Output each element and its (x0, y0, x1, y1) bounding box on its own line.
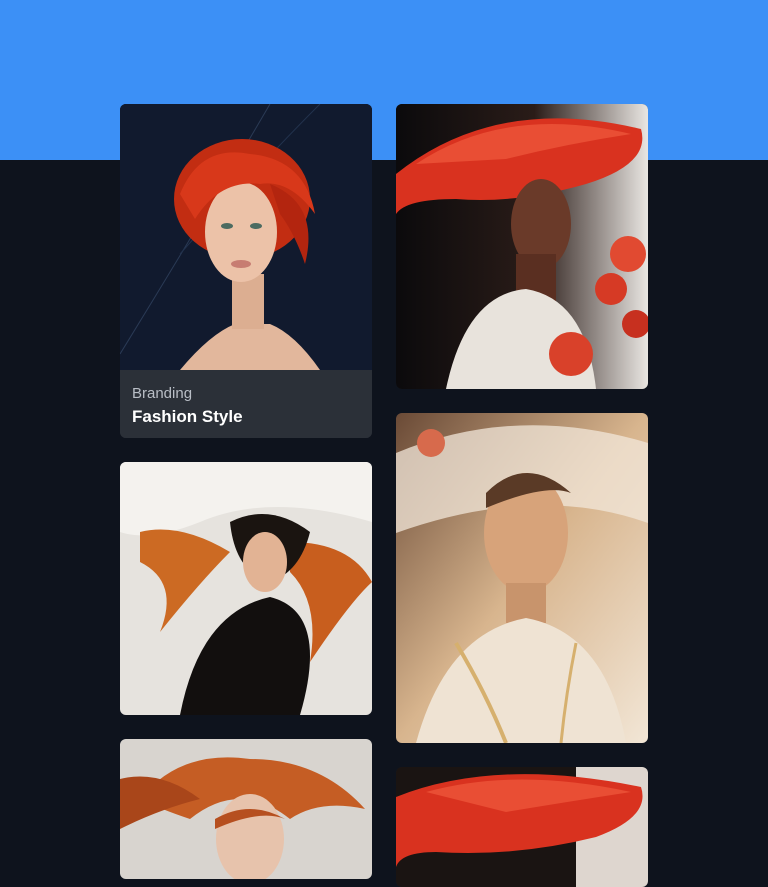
portfolio-card[interactable] (396, 413, 648, 743)
card-title[interactable]: Fashion Style (132, 407, 243, 427)
portfolio-image-flowing-hair (120, 462, 372, 715)
portfolio-image-copper-hair (120, 739, 372, 879)
portfolio-image-red-hat-crop (396, 767, 648, 887)
portfolio-image-red-hat-roses (396, 104, 648, 389)
portfolio-card[interactable] (396, 104, 648, 389)
portfolio-card-fashion-style[interactable]: Branding Fashion Style (120, 104, 372, 438)
card-caption: Branding Fashion Style (120, 370, 372, 438)
card-category: Branding (132, 385, 193, 402)
portfolio-image-golden-veil (396, 413, 648, 743)
header-banner (0, 0, 768, 160)
portfolio-card[interactable] (120, 739, 372, 879)
portfolio-card[interactable] (396, 767, 648, 887)
portfolio-card[interactable] (120, 462, 372, 715)
portfolio-image-red-hair-portrait (120, 104, 372, 370)
